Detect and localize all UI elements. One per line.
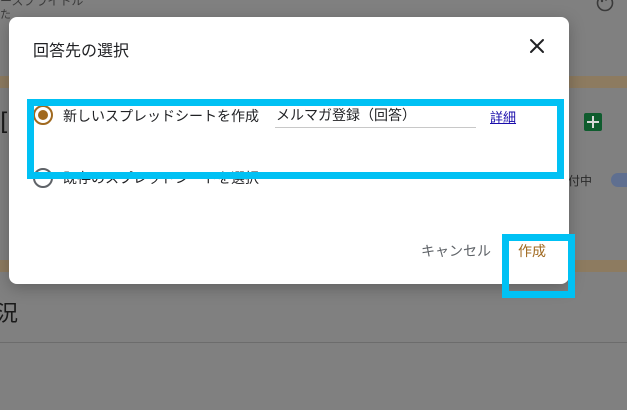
palette-icon xyxy=(596,0,614,12)
select-response-destination-dialog: 回答先の選択 新しいスプレッドシートを作成 詳細 既存のスプレッドシートを選択 … xyxy=(9,17,575,298)
background-form-title: ースプライトル xyxy=(0,0,84,8)
close-icon xyxy=(530,39,544,53)
close-button[interactable] xyxy=(527,36,547,56)
google-sheets-icon xyxy=(584,113,602,131)
background-section-heading: 況 xyxy=(0,302,19,327)
accepting-responses-label: 付中 xyxy=(568,174,593,188)
highlight-create-button xyxy=(502,234,575,298)
dialog-title: 回答先の選択 xyxy=(33,41,130,60)
cancel-button[interactable]: キャンセル xyxy=(421,241,491,261)
background-divider xyxy=(0,342,627,343)
background-bracket: [ xyxy=(0,108,10,136)
highlight-create-new-option xyxy=(27,99,564,179)
accepting-responses-toggle xyxy=(611,173,627,187)
